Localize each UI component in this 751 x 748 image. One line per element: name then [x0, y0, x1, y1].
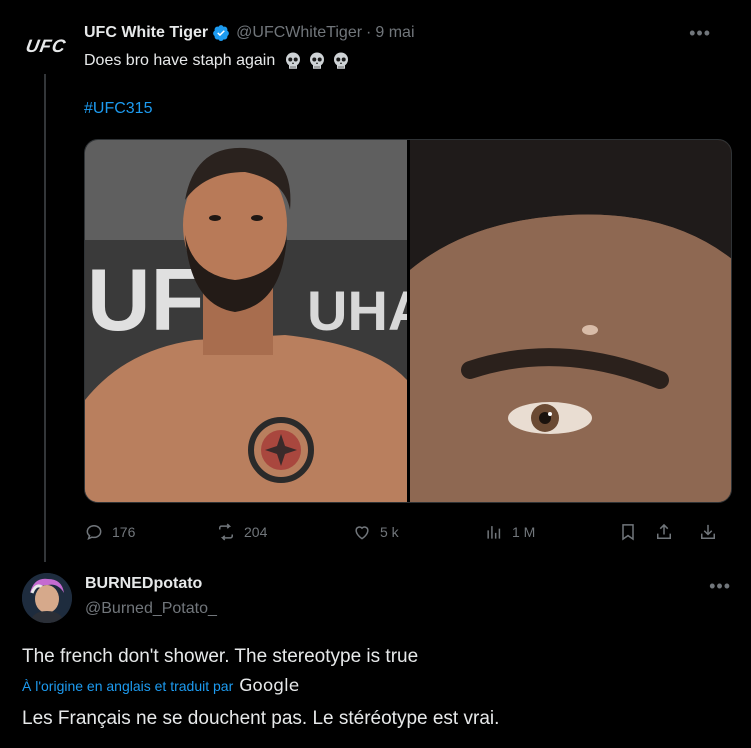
- like-count: 5 k: [380, 524, 399, 540]
- reply-count: 176: [112, 524, 136, 540]
- google-logo: Google: [239, 676, 300, 696]
- views-button[interactable]: 1 M: [484, 522, 535, 542]
- share-button[interactable]: [654, 522, 674, 542]
- translated-text: Les Français ne se douchent pas. Le stér…: [22, 708, 500, 729]
- ufc-avatar[interactable]: UFC: [22, 30, 70, 62]
- translation-note[interactable]: À l'origine en anglais et traduit par Go…: [22, 676, 299, 696]
- backdrop-uha-text: UHA: [307, 279, 407, 342]
- thread-connector-line: [44, 74, 46, 562]
- heart-icon: [355, 526, 369, 540]
- reply-button[interactable]: 176: [84, 522, 135, 542]
- tweet-text: Does bro have staph again: [84, 50, 351, 72]
- repost-button[interactable]: 204: [216, 522, 267, 542]
- avatar-image: [22, 573, 72, 623]
- tweet-date[interactable]: 9 mai: [375, 24, 414, 42]
- repost-count: 204: [244, 524, 268, 540]
- translation-label: À l'origine en anglais et traduit par: [22, 678, 234, 694]
- hashtag-link[interactable]: #UFC315: [84, 100, 152, 118]
- download-icon: [701, 524, 715, 539]
- reply-author-handle[interactable]: @Burned_Potato_: [85, 600, 217, 618]
- skull-emoji-icon: [286, 52, 301, 69]
- tweet-body: Does bro have staph again: [84, 52, 276, 69]
- repost-icon: [219, 523, 233, 541]
- fighter-photo-illustration: UFC UHA: [85, 140, 407, 502]
- separator-dot: ·: [366, 24, 372, 41]
- download-button[interactable]: [698, 522, 718, 542]
- reply-author-avatar[interactable]: [22, 573, 72, 623]
- views-count: 1 M: [512, 524, 536, 540]
- author-name[interactable]: UFC White Tiger: [84, 24, 208, 42]
- tweet-media[interactable]: UFC UHA: [84, 139, 732, 503]
- avatar-logo-text: UFC: [24, 35, 68, 56]
- skull-emoji-icon: [334, 52, 349, 69]
- closeup-photo-illustration: [410, 140, 731, 502]
- bookmark-button[interactable]: [618, 522, 638, 542]
- fighter-photo[interactable]: UFC UHA: [85, 140, 407, 502]
- reply-more-options-icon[interactable]: •••: [709, 576, 731, 597]
- reply-author-name[interactable]: BURNEDpotato: [85, 575, 202, 593]
- analytics-icon: [487, 526, 501, 539]
- bookmark-icon: [622, 524, 634, 541]
- share-icon: [657, 523, 671, 539]
- tweet-actions: 176 204 5 k 1 M: [84, 520, 724, 544]
- closeup-photo[interactable]: [410, 140, 731, 502]
- tweet-header: UFC White Tiger @UFCWhiteTiger · 9 mai •…: [84, 22, 731, 44]
- more-options-icon[interactable]: •••: [689, 23, 711, 44]
- author-handle[interactable]: @UFCWhiteTiger: [236, 24, 362, 42]
- like-button[interactable]: 5 k: [352, 522, 399, 542]
- reply-icon: [86, 524, 102, 541]
- reply-text: The french don't shower. The stereotype …: [22, 646, 419, 667]
- skull-emoji-icon: [310, 52, 325, 69]
- verified-badge-icon: [213, 25, 230, 42]
